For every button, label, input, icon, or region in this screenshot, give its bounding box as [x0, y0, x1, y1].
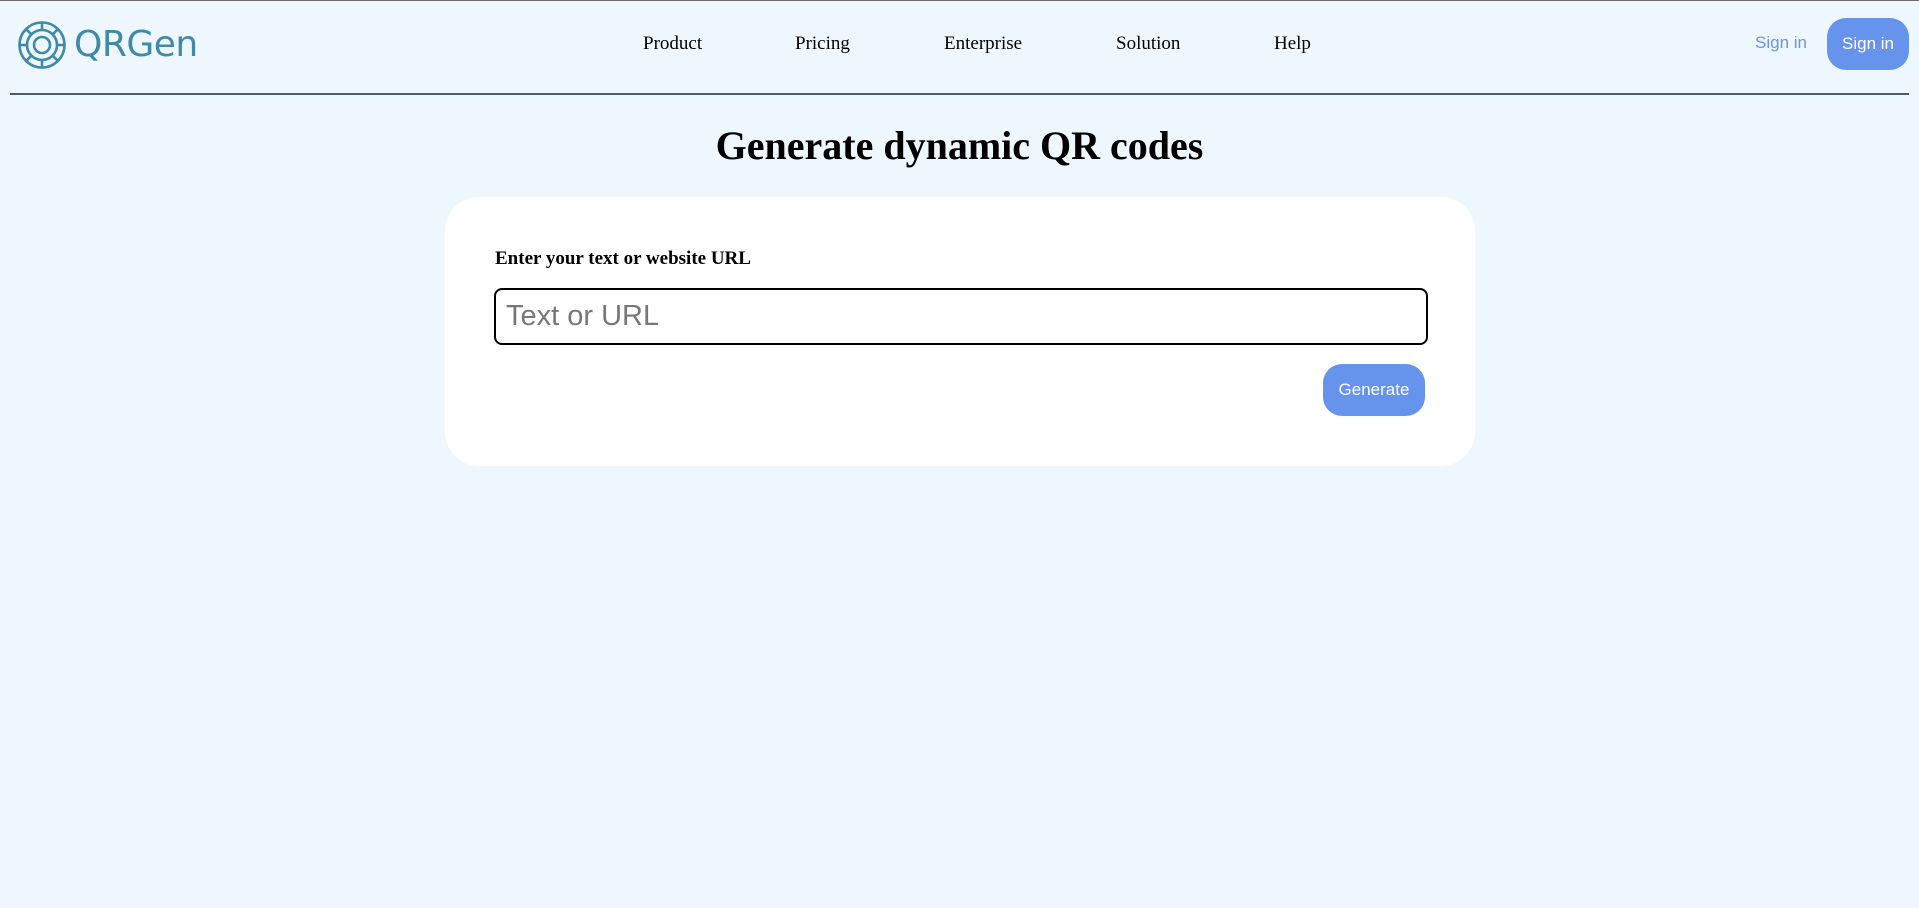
nav-item-solution[interactable]: Solution	[1116, 31, 1180, 57]
generator-card: Enter your text or website URL Generate	[445, 197, 1475, 466]
main-nav: Product Pricing Enterprise Solution Help	[0, 31, 1919, 57]
sign-in-link[interactable]: Sign in	[1755, 31, 1807, 55]
nav-item-help[interactable]: Help	[1274, 31, 1311, 57]
sign-in-button[interactable]: Sign in	[1827, 18, 1909, 70]
nav-item-enterprise[interactable]: Enterprise	[944, 31, 1022, 57]
header-divider	[10, 93, 1909, 95]
page-title: Generate dynamic QR codes	[715, 123, 1204, 168]
nav-item-pricing[interactable]: Pricing	[795, 31, 850, 57]
site-header: QRGen Product Pricing Enterprise Solutio…	[0, 1, 1919, 93]
generate-button[interactable]: Generate	[1323, 364, 1425, 416]
nav-item-product[interactable]: Product	[643, 31, 702, 57]
text-or-url-input[interactable]	[494, 288, 1428, 345]
url-field-label: Enter your text or website URL	[495, 248, 751, 269]
